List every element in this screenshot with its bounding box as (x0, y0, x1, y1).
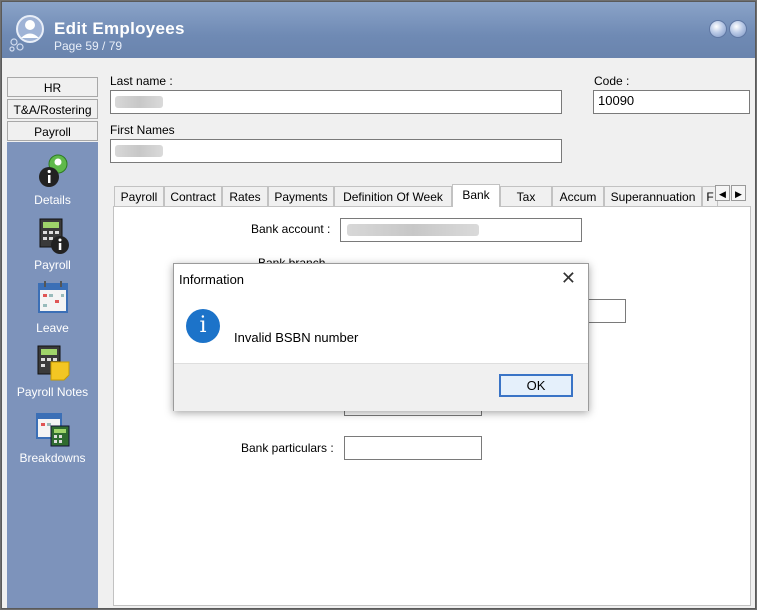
code-label: Code : (594, 74, 630, 88)
dialog-message: Invalid BSBN number (234, 330, 359, 345)
dialog-title: Information (179, 272, 245, 287)
bank-branch-label-partial: Bank branch (258, 256, 326, 263)
tab-contract[interactable]: Contract (164, 186, 222, 206)
window-title: Edit Employees (54, 19, 185, 38)
redacted-text (115, 96, 163, 108)
tab-rates[interactable]: Rates (222, 186, 268, 206)
ok-button[interactable]: OK (499, 374, 573, 397)
last-name-label: Last name : (110, 74, 173, 88)
calculator-info-icon (39, 218, 69, 254)
person-info-icon (38, 154, 67, 187)
bank-account-label: Bank account : (251, 222, 331, 236)
app-logo-icon (9, 15, 44, 52)
first-names-input[interactable] (110, 139, 562, 163)
sidebar-item-breakdowns[interactable]: Breakdowns (7, 410, 98, 465)
bank-particulars-label: Bank particulars : (241, 441, 334, 455)
calendar-calculator-icon (35, 413, 69, 447)
sidebar-item-details[interactable]: Details (7, 152, 98, 207)
sidebar-item-leave[interactable]: Leave (7, 280, 98, 335)
sidebar-item-label: Breakdowns (19, 451, 86, 465)
calendar-icon (37, 281, 68, 313)
sidebar-item-label: Payroll (34, 258, 71, 272)
redacted-text (115, 145, 163, 157)
tab-strip: Payroll Contract Rates Payments Definiti… (114, 184, 750, 207)
tab-payroll[interactable]: Payroll (114, 186, 164, 206)
page-indicator: Page 59 / 79 (54, 39, 123, 53)
minimize-orb-icon[interactable] (709, 20, 727, 38)
sidebar-item-payroll[interactable]: Payroll (7, 217, 98, 272)
tab-accum[interactable]: Accum (552, 186, 604, 206)
title-bar: Edit Employees Page 59 / 79 (2, 2, 755, 58)
sidebar-tab-hr[interactable]: HR (7, 77, 98, 97)
sidebar: HR T&A/Rostering Payroll Details Payroll… (7, 74, 98, 608)
tab-bank[interactable]: Bank (452, 184, 500, 207)
tab-definition-of-week[interactable]: Definition Of Week (334, 186, 452, 206)
sidebar-item-label: Payroll Notes (16, 385, 89, 399)
sidebar-item-label: Leave (36, 321, 69, 335)
edit-employees-window: Edit Employees Page 59 / 79 HR T&A/Roste… (1, 1, 756, 609)
dialog-footer: OK (174, 363, 588, 411)
close-icon[interactable]: ✕ (561, 268, 576, 289)
tab-superannuation[interactable]: Superannuation (604, 186, 702, 206)
tab-tax[interactable]: Tax (500, 186, 552, 206)
sidebar-tab-ta-rostering[interactable]: T&A/Rostering (7, 99, 98, 119)
redacted-text (347, 224, 479, 236)
sidebar-item-label: Details (34, 193, 71, 207)
first-names-label: First Names (110, 123, 175, 137)
information-dialog: Information ✕ i Invalid BSBN number OK (173, 263, 589, 411)
sidebar-panel: Details Payroll Leave Payroll Notes Brea… (7, 142, 98, 608)
sidebar-tab-payroll[interactable]: Payroll (7, 121, 98, 141)
last-name-input[interactable] (110, 90, 562, 114)
code-input[interactable]: 10090 (593, 90, 750, 114)
close-orb-icon[interactable] (729, 20, 747, 38)
calculator-note-icon (37, 345, 69, 381)
info-icon: i (186, 309, 220, 343)
tab-scroll-left-icon[interactable]: ◀ (715, 185, 730, 201)
tab-payments[interactable]: Payments (268, 186, 334, 206)
bank-account-input[interactable] (340, 218, 582, 242)
sidebar-item-payroll-notes[interactable]: Payroll Notes (7, 344, 98, 399)
tab-scroll-right-icon[interactable]: ▶ (731, 185, 746, 201)
bank-particulars-input[interactable] (344, 436, 482, 460)
